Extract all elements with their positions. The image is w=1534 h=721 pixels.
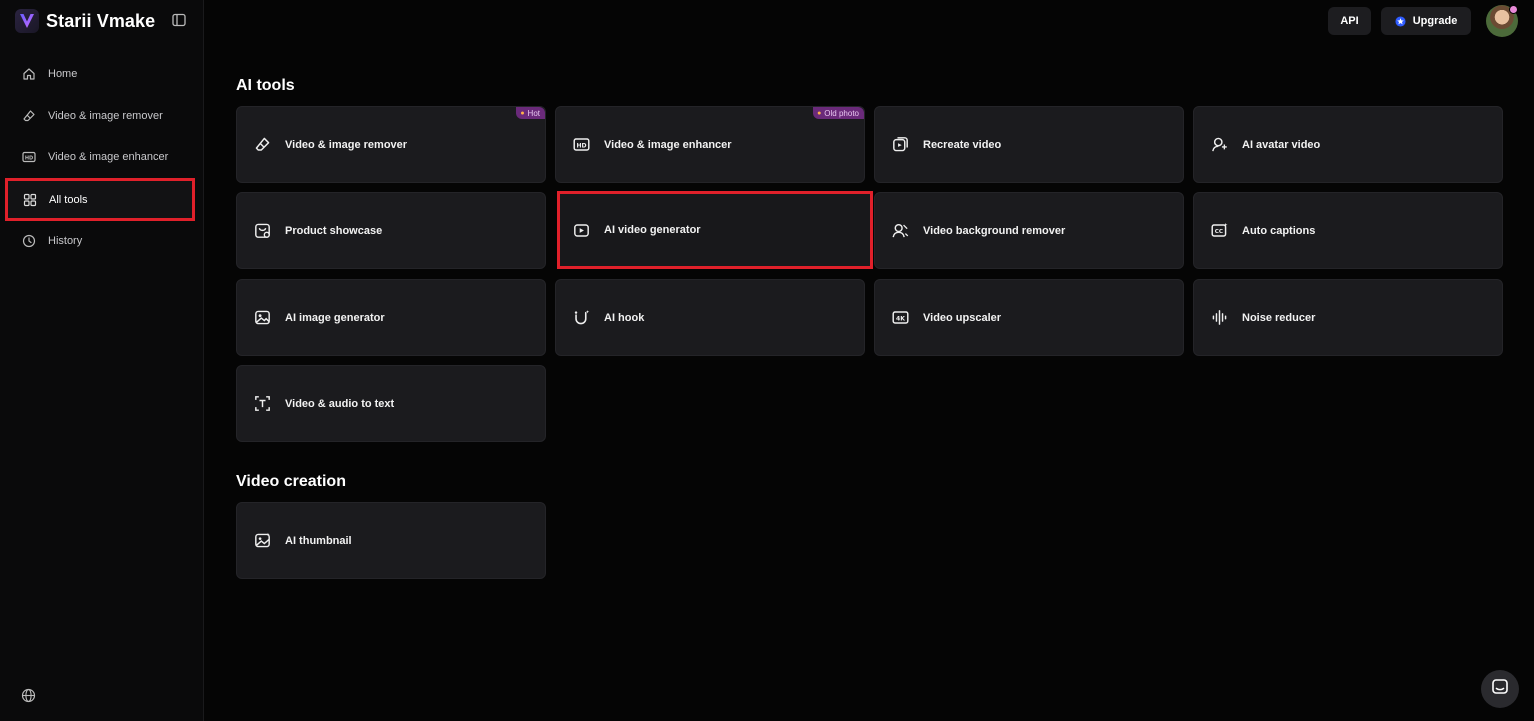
brand-name: Starii Vmake xyxy=(46,10,156,31)
tool-card-video-image-enhancer[interactable]: HD Video & image enhancer ● Old photo xyxy=(555,106,865,183)
image-icon xyxy=(253,309,271,327)
tool-card-ai-video-generator[interactable]: AI video generator xyxy=(557,191,873,269)
tool-card-label: Recreate video xyxy=(923,138,1002,151)
tool-card-video-audio-to-text[interactable]: Video & audio to text xyxy=(236,365,546,442)
tool-card-video-upscaler[interactable]: 4K Video upscaler xyxy=(874,279,1184,356)
upgrade-button[interactable]: Upgrade xyxy=(1381,7,1471,35)
chat-icon xyxy=(1491,678,1509,701)
tool-card-recreate-video[interactable]: Recreate video xyxy=(874,106,1184,183)
avatar-video-icon xyxy=(1210,136,1228,154)
svg-text:4K: 4K xyxy=(896,315,905,322)
tool-card-noise-reducer[interactable]: Noise reducer xyxy=(1193,279,1503,356)
hook-icon xyxy=(572,309,590,327)
clock-icon xyxy=(21,233,37,249)
eraser-icon xyxy=(21,108,37,124)
tool-card-ai-thumbnail[interactable]: AI thumbnail xyxy=(236,502,546,579)
badge-label: Hot xyxy=(527,108,540,118)
sidebar-toggle-icon[interactable] xyxy=(172,13,188,29)
section-title-video-creation: Video creation xyxy=(236,473,346,490)
tool-card-label: Video & image remover xyxy=(285,138,408,151)
tool-card-auto-captions[interactable]: CC Auto captions xyxy=(1193,192,1503,269)
chat-support-button[interactable] xyxy=(1481,670,1519,708)
old-photo-badge: ● Old photo xyxy=(813,107,864,119)
play-icon xyxy=(572,221,590,239)
upgrade-button-label: Upgrade xyxy=(1412,15,1458,27)
tool-card-label: Video & audio to text xyxy=(285,397,395,410)
recreate-icon xyxy=(891,136,909,154)
sidebar-item-label: Video & image enhancer xyxy=(48,151,169,163)
home-icon xyxy=(21,66,37,82)
cc-icon: CC xyxy=(1210,222,1228,240)
svg-text:HD: HD xyxy=(25,155,33,161)
sidebar-item-video-image-remover[interactable]: Video & image remover xyxy=(8,97,194,135)
badge-label: Old photo xyxy=(824,108,859,118)
section-title-ai-tools: AI tools xyxy=(236,77,295,94)
tool-card-label: Video background remover xyxy=(923,224,1066,237)
fire-icon: ● xyxy=(520,109,525,117)
tool-card-label: AI image generator xyxy=(285,311,385,324)
sidebar-item-label: Video & image remover xyxy=(48,110,163,122)
tool-card-label: Product showcase xyxy=(285,224,383,237)
vmake-logo-icon xyxy=(15,9,39,33)
language-globe-icon[interactable] xyxy=(21,688,37,704)
tool-card-label: Video upscaler xyxy=(923,311,1002,324)
tool-card-label: Auto captions xyxy=(1242,224,1316,237)
tool-card-video-background-remover[interactable]: Video background remover xyxy=(874,192,1184,269)
tool-card-label: AI hook xyxy=(604,311,645,324)
sidebar: Starii Vmake Home Video & image remover … xyxy=(0,0,204,721)
svg-text:CC: CC xyxy=(1214,229,1222,235)
tool-card-ai-avatar-video[interactable]: AI avatar video xyxy=(1193,106,1503,183)
tool-card-label: Video & image enhancer xyxy=(604,138,732,151)
sidebar-item-label: Home xyxy=(48,68,78,80)
sidebar-item-video-image-enhancer[interactable]: HD Video & image enhancer xyxy=(8,138,194,176)
hd-icon: HD xyxy=(21,149,37,165)
notification-dot xyxy=(1509,5,1518,14)
4k-icon: 4K xyxy=(891,309,909,327)
sidebar-item-label: History xyxy=(48,235,83,247)
product-icon xyxy=(253,222,271,240)
tool-card-ai-hook[interactable]: AI hook xyxy=(555,279,865,356)
tool-card-label: AI avatar video xyxy=(1242,138,1321,151)
bg-remover-icon xyxy=(891,222,909,240)
sidebar-item-home[interactable]: Home xyxy=(8,55,194,93)
fire-icon: ● xyxy=(817,109,822,117)
tool-card-label: AI thumbnail xyxy=(285,534,352,547)
api-button-label: API xyxy=(1340,15,1359,27)
hot-badge: ● Hot xyxy=(516,107,545,119)
sidebar-item-all-tools[interactable]: All tools xyxy=(5,178,195,221)
tool-card-ai-image-generator[interactable]: AI image generator xyxy=(236,279,546,356)
tool-card-video-image-remover[interactable]: Video & image remover ● Hot xyxy=(236,106,546,183)
tool-card-product-showcase[interactable]: Product showcase xyxy=(236,192,546,269)
text-icon xyxy=(253,395,271,413)
api-button[interactable]: API xyxy=(1328,7,1371,35)
tool-card-label: Noise reducer xyxy=(1242,311,1316,324)
sidebar-item-label: All tools xyxy=(49,193,88,206)
thumbnail-icon xyxy=(253,532,271,550)
tool-card-label: AI video generator xyxy=(604,224,701,236)
svg-text:HD: HD xyxy=(576,142,586,149)
sidebar-item-history[interactable]: History xyxy=(8,222,194,260)
waveform-icon xyxy=(1210,309,1228,327)
eraser-icon xyxy=(253,136,271,154)
grid-icon xyxy=(22,192,38,208)
upgrade-star-icon xyxy=(1395,15,1406,27)
hd-icon: HD xyxy=(572,136,590,154)
brand[interactable]: Starii Vmake xyxy=(15,8,155,34)
